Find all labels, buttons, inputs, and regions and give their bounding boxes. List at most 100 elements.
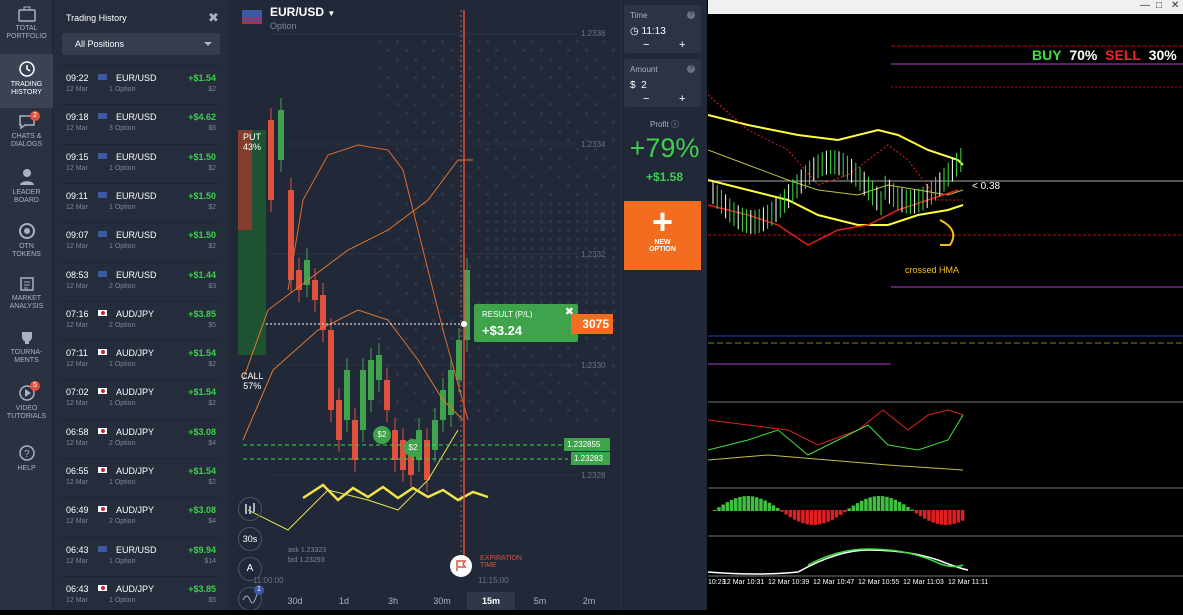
nav-label: TRADING bbox=[10, 81, 43, 88]
timeframe-3h[interactable]: 3h bbox=[369, 592, 417, 610]
amount-value: 2 bbox=[641, 80, 647, 91]
trade-date: 12 Mar bbox=[66, 243, 88, 251]
trade-bubble[interactable]: $2 bbox=[404, 439, 422, 457]
close-icon[interactable]: ✖ bbox=[208, 10, 219, 26]
timeframe-1d[interactable]: 1d bbox=[320, 592, 368, 610]
sell-percent: 30% bbox=[1148, 47, 1177, 63]
nav-video-tutorials[interactable]: 5 VIDEO TUTORIALS bbox=[0, 378, 53, 432]
trade-time: 09:07 bbox=[66, 230, 89, 241]
history-row[interactable]: 06:43 12 Mar EUR/USD 1 Option +$9.94 $14 bbox=[62, 536, 220, 576]
history-row[interactable]: 06:58 12 Mar AUD/JPY 2 Option +$3.08 $4 bbox=[62, 418, 220, 458]
timeframe-15m[interactable]: 15m bbox=[467, 592, 515, 610]
nav-trading-history[interactable]: TRADING HISTORY bbox=[0, 54, 53, 108]
amount-selector[interactable]: Amount ? $ 2 − + bbox=[624, 59, 701, 107]
trade-asset: EUR/USD bbox=[116, 269, 157, 280]
us-flag-icon bbox=[98, 74, 107, 80]
history-row[interactable]: 07:11 12 Mar AUD/JPY 1 Option +$1.54 $2 bbox=[62, 340, 220, 379]
timeframe-5m[interactable]: 5m bbox=[516, 592, 564, 610]
nav-label: LEADER bbox=[12, 189, 41, 196]
trading-chart[interactable]: EUR/USD ▼ Option 1.2336 1.2334 1.2332 1.… bbox=[228, 0, 620, 610]
history-row[interactable]: 09:22 12 Mar EUR/USD 1 Option +$1.54 $2 bbox=[62, 65, 220, 104]
us-flag-icon bbox=[98, 270, 107, 277]
trade-date: 12 Mar bbox=[66, 164, 88, 172]
history-row[interactable]: 06:55 12 Mar AUD/JPY 1 Option +$1.54 $2 bbox=[62, 458, 220, 497]
nav-leader-board[interactable]: LEADER BOARD bbox=[0, 162, 53, 216]
history-row[interactable]: 09:11 12 Mar EUR/USD 1 Option +$1.50 $2 bbox=[62, 182, 220, 222]
timeframe-30d[interactable]: 30d bbox=[271, 592, 319, 610]
us-flag-icon bbox=[242, 10, 262, 24]
candles-icon bbox=[245, 503, 255, 514]
asset-selector[interactable]: EUR/USD ▼ bbox=[270, 5, 335, 19]
trade-investment: $5 bbox=[208, 321, 216, 329]
help-icon[interactable]: ⓘ bbox=[671, 120, 679, 129]
history-row[interactable]: 09:15 12 Mar EUR/USD 1 Option +$1.50 $2 bbox=[62, 143, 220, 183]
svg-text:?: ? bbox=[24, 449, 30, 460]
nav-label: DIALOGS bbox=[10, 141, 43, 148]
mt4-time-label: 12 Mar 11:11 bbox=[948, 579, 989, 586]
japan-flag-icon bbox=[98, 388, 107, 395]
help-icon[interactable]: ? bbox=[687, 65, 695, 73]
trade-investment: $2 bbox=[208, 361, 216, 369]
timeframe-30m[interactable]: 30m bbox=[418, 592, 466, 610]
us-flag-icon bbox=[98, 152, 107, 159]
positions-filter-select[interactable]: All Positions bbox=[62, 33, 220, 55]
trade-date: 12 Mar bbox=[66, 86, 88, 93]
history-row[interactable]: 06:49 12 Mar AUD/JPY 2 Option +$3.08 $4 bbox=[62, 497, 220, 536]
nav-total-portfolio[interactable]: TOTAL PORTFOLIO bbox=[0, 0, 53, 54]
history-row[interactable]: 07:16 12 Mar AUD/JPY 2 Option +$3.85 $5 bbox=[62, 300, 220, 340]
history-row[interactable]: 07:02 12 Mar AUD/JPY 1 Option +$1.54 $2 bbox=[62, 379, 220, 418]
trade-profit: +$9.94 bbox=[188, 544, 216, 555]
trade-time: 07:11 bbox=[66, 348, 88, 359]
put-label: PUT bbox=[243, 132, 261, 142]
time-selector[interactable]: Time ? ◷ 11:13 − + bbox=[624, 5, 701, 53]
trading-history-panel: Trading History ✖ All Positions 09:22 12… bbox=[53, 0, 228, 610]
indicator-count-badge: 1 bbox=[254, 585, 264, 595]
help-icon: ? bbox=[18, 445, 35, 461]
trade-date: 12 Mar bbox=[66, 282, 88, 290]
amount-decrease-button[interactable]: − bbox=[643, 94, 649, 105]
nav-otn-tokens[interactable]: OTN TOKENS bbox=[0, 216, 53, 270]
trade-date: 12 Mar bbox=[66, 479, 88, 486]
nav-tournaments[interactable]: TOURNA- MENTS bbox=[0, 324, 53, 378]
amount-increase-button[interactable]: + bbox=[679, 94, 685, 105]
candle-interval-button[interactable]: 30s bbox=[238, 527, 262, 551]
history-row[interactable]: 09:18 12 Mar EUR/USD 3 Option +$4.62 $6 bbox=[62, 104, 220, 143]
trade-time: 06:43 bbox=[66, 583, 89, 594]
plus-icon: + bbox=[651, 201, 674, 242]
trade-bubble[interactable]: $2 bbox=[373, 426, 391, 444]
trade-investment: $2 bbox=[208, 164, 216, 172]
mid-band bbox=[708, 149, 964, 196]
chart-type-button[interactable] bbox=[238, 497, 262, 521]
nav-label: ANALYSIS bbox=[9, 303, 44, 310]
filter-value: All Positions bbox=[75, 39, 125, 49]
ratio-label: < 0.38 bbox=[972, 181, 1001, 192]
history-row[interactable]: 08:53 12 Mar EUR/USD 2 Option +$1.44 $3 bbox=[62, 261, 220, 301]
nav-label: TOURNA- bbox=[10, 349, 43, 356]
left-nav-sidebar: TOTAL PORTFOLIO TRADING HISTORY 2 CHATS … bbox=[0, 0, 53, 610]
trade-asset: EUR/USD bbox=[116, 544, 157, 555]
nav-chats-dialogs[interactable]: 2 CHATS & DIALOGS bbox=[0, 108, 53, 162]
trade-asset: AUD/JPY bbox=[116, 387, 155, 398]
user-icon bbox=[19, 169, 34, 185]
help-icon[interactable]: ? bbox=[687, 11, 695, 19]
trade-time: 09:11 bbox=[66, 190, 88, 201]
amount-input[interactable]: $ 2 bbox=[630, 80, 647, 91]
new-option-button[interactable]: + NEW OPTION bbox=[624, 201, 701, 270]
history-row[interactable]: 09:07 12 Mar EUR/USD 1 Option +$1.50 $2 bbox=[62, 222, 220, 261]
osc-line-yellow bbox=[708, 454, 964, 471]
nav-market-analysis[interactable]: MARKET ANALYSIS bbox=[0, 270, 53, 324]
timeframe-2m[interactable]: 2m bbox=[565, 592, 613, 610]
trade-investment: $5 bbox=[208, 596, 216, 604]
time-increase-button[interactable]: + bbox=[679, 40, 685, 51]
asset-name: EUR/USD bbox=[270, 5, 325, 19]
trade-options: 1 Option bbox=[109, 203, 136, 211]
time-decrease-button[interactable]: − bbox=[643, 40, 649, 51]
trade-date: 12 Mar bbox=[66, 321, 88, 329]
mt4-time-label: 12 Mar 10:55 bbox=[858, 579, 900, 586]
history-row[interactable]: 06:43 12 Mar AUD/JPY 1 Option +$3.85 $5 bbox=[62, 575, 220, 615]
trade-profit: +$1.54 bbox=[188, 73, 216, 83]
drawing-tool-button[interactable]: A bbox=[238, 557, 262, 581]
nav-help[interactable]: ? HELP bbox=[0, 438, 53, 492]
chat-count-badge: 2 bbox=[30, 111, 40, 121]
trade-investment: $14 bbox=[204, 557, 216, 565]
